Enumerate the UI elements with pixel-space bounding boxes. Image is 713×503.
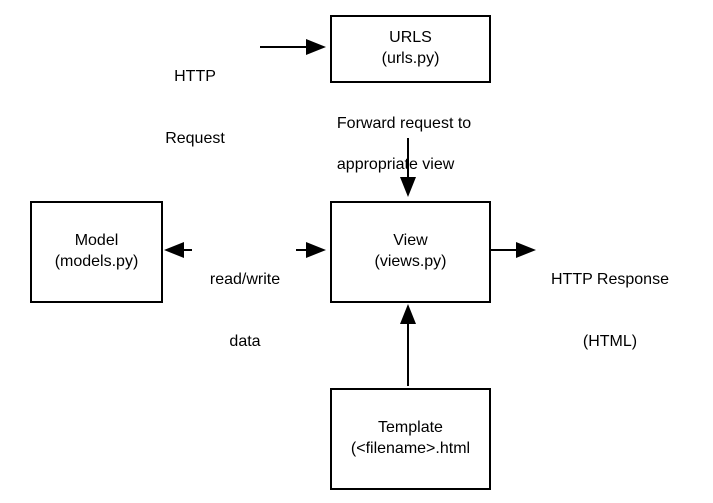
template-subtitle: (<filename>.html bbox=[351, 439, 470, 460]
urls-subtitle: (urls.py) bbox=[382, 49, 440, 70]
view-title: View bbox=[393, 231, 427, 252]
template-title: Template bbox=[378, 418, 443, 439]
http-request-line1: HTTP bbox=[155, 67, 235, 88]
model-subtitle: (models.py) bbox=[55, 252, 139, 273]
template-box: Template (<filename>.html bbox=[330, 388, 491, 490]
urls-box: URLS (urls.py) bbox=[330, 15, 491, 83]
model-box: Model (models.py) bbox=[30, 201, 163, 303]
urls-title: URLS bbox=[389, 28, 432, 49]
forward-request-label: Forward request to appropriate view bbox=[328, 93, 498, 176]
view-box: View (views.py) bbox=[330, 201, 491, 303]
http-response-line1: HTTP Response bbox=[540, 270, 680, 291]
http-request-label: HTTP Request bbox=[155, 25, 235, 171]
rw-line1: read/write bbox=[195, 270, 295, 291]
model-title: Model bbox=[75, 231, 119, 252]
http-response-line2: (HTML) bbox=[540, 332, 680, 353]
http-request-line2: Request bbox=[155, 129, 235, 150]
rw-line2: data bbox=[195, 332, 295, 353]
forward-line2: appropriate view bbox=[337, 156, 454, 173]
view-subtitle: (views.py) bbox=[374, 252, 446, 273]
http-response-label: HTTP Response (HTML) bbox=[540, 228, 680, 374]
readwrite-label: read/write data bbox=[195, 228, 295, 374]
forward-line1: Forward request to bbox=[337, 115, 471, 132]
